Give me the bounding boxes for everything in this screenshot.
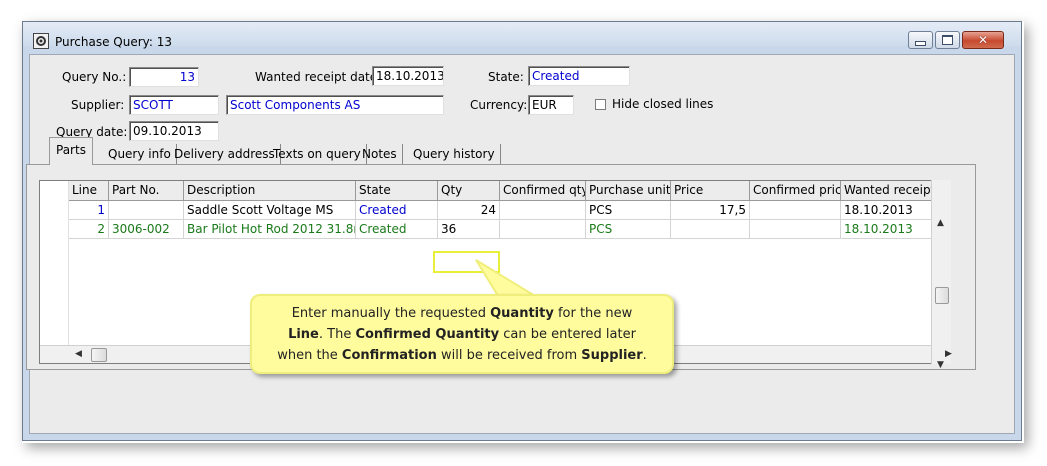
callout-bold-supplier: Supplier — [581, 348, 643, 363]
close-icon: ✕ — [977, 33, 989, 47]
hide-closed-lines-label: Hide closed lines — [612, 97, 714, 111]
tab-delivery-address[interactable]: Delivery address — [169, 144, 281, 164]
callout-bold-quantity: Quantity — [490, 306, 554, 321]
currency-field[interactable]: EUR — [528, 95, 574, 115]
currency-label: Currency: — [470, 98, 528, 112]
row1-purchase-unit[interactable]: PCS — [586, 201, 671, 220]
row1-part-no[interactable] — [109, 201, 184, 220]
column-header-qty[interactable]: Qty — [438, 181, 500, 201]
callout-text-2: for the new — [553, 306, 633, 321]
row1-line[interactable]: 1 — [69, 201, 109, 220]
qty-highlight-box — [433, 251, 500, 273]
row2-description[interactable]: Bar Pilot Hot Rod 2012 31.8mm ( — [184, 220, 356, 239]
supplier-code-field[interactable]: SCOTT — [129, 95, 219, 115]
scroll-up-icon[interactable]: ▲ — [937, 218, 944, 228]
state-label: State: — [488, 70, 524, 84]
minimize-icon — [915, 40, 926, 46]
row2-line[interactable]: 2 — [69, 220, 109, 239]
scroll-right-icon[interactable]: ▶ — [945, 349, 952, 359]
column-header-confirmed-price[interactable]: Confirmed price — [750, 181, 841, 201]
column-header-purchase-unit[interactable]: Purchase unit — [586, 181, 671, 201]
help-callout: Enter manually the requested Quantity fo… — [250, 294, 674, 374]
callout-text-6: will be received from — [436, 348, 582, 363]
horizontal-scroll-thumb[interactable] — [91, 348, 107, 362]
row1-qty[interactable]: 24 — [438, 201, 500, 220]
callout-bold-confirmed-quantity: Confirmed Quantity — [355, 327, 500, 342]
grid-row-gutter — [40, 181, 69, 345]
query-no-field[interactable]: 13 — [129, 67, 199, 87]
callout-text-7: . — [642, 348, 647, 363]
callout-text-3: . The — [318, 327, 356, 342]
minimize-button[interactable] — [908, 31, 933, 49]
wanted-receipt-date-label: Wanted receipt date: — [255, 70, 382, 84]
tab-texts-on-query[interactable]: Texts on query — [268, 144, 367, 164]
row1-state[interactable]: Created — [356, 201, 438, 220]
grid-vertical-scrollbar[interactable]: ▲ ▼ — [931, 180, 951, 370]
row1-price[interactable]: 17,5 — [671, 201, 750, 220]
callout-bold-line: Line — [288, 327, 319, 342]
app-gear-icon[interactable] — [33, 33, 49, 49]
column-header-confirmed-qty[interactable]: Confirmed qty — [500, 181, 586, 201]
scroll-down-icon[interactable]: ▼ — [937, 360, 944, 370]
row1-confirmed-qty[interactable] — [500, 201, 586, 220]
vertical-scroll-thumb[interactable] — [935, 287, 949, 304]
row2-part-no[interactable]: 3006-002 — [109, 220, 184, 239]
tab-parts[interactable]: Parts — [49, 137, 93, 165]
query-date-field[interactable]: 09.10.2013 — [129, 121, 219, 141]
title-bar[interactable]: Purchase Query: 13 ✕ — [23, 22, 1021, 49]
row2-state[interactable]: Created — [356, 220, 438, 239]
row1-description[interactable]: Saddle Scott Voltage MS — [184, 201, 356, 220]
tab-notes[interactable]: Notes — [357, 144, 403, 164]
callout-text-4: can be entered later — [499, 327, 636, 342]
row2-confirmed-price[interactable] — [750, 220, 841, 239]
supplier-name-field[interactable]: Scott Components AS — [226, 95, 444, 115]
callout-text-1: Enter manually the requested — [291, 306, 491, 321]
row2-qty-input[interactable]: 36 — [438, 220, 500, 239]
row2-price[interactable] — [671, 220, 750, 239]
tab-query-history[interactable]: Query history — [408, 144, 501, 164]
hide-closed-lines-checkbox[interactable] — [595, 99, 606, 110]
wanted-receipt-date-field[interactable]: 18.10.2013 — [372, 66, 444, 86]
callout-bold-confirmation: Confirmation — [341, 348, 437, 363]
row2-confirmed-qty[interactable] — [500, 220, 586, 239]
state-field[interactable]: Created — [528, 66, 630, 86]
maximize-icon — [942, 35, 953, 45]
close-button[interactable]: ✕ — [962, 31, 1004, 49]
column-header-part-no[interactable]: Part No. — [109, 181, 184, 201]
row2-purchase-unit[interactable]: PCS — [586, 220, 671, 239]
column-header-state[interactable]: State — [356, 181, 438, 201]
column-header-line[interactable]: Line — [69, 181, 109, 201]
scroll-left-icon[interactable]: ◀ — [75, 349, 82, 359]
callout-text-5: when the — [277, 348, 342, 363]
supplier-label: Supplier: — [71, 98, 125, 112]
window-title: Purchase Query: 13 — [55, 35, 173, 49]
column-header-description[interactable]: Description — [184, 181, 356, 201]
tab-query-info[interactable]: Query info — [103, 144, 177, 164]
query-no-label: Query No.: — [62, 70, 127, 84]
maximize-button[interactable] — [935, 31, 960, 49]
column-header-price[interactable]: Price — [671, 181, 750, 201]
row1-confirmed-price[interactable] — [750, 201, 841, 220]
